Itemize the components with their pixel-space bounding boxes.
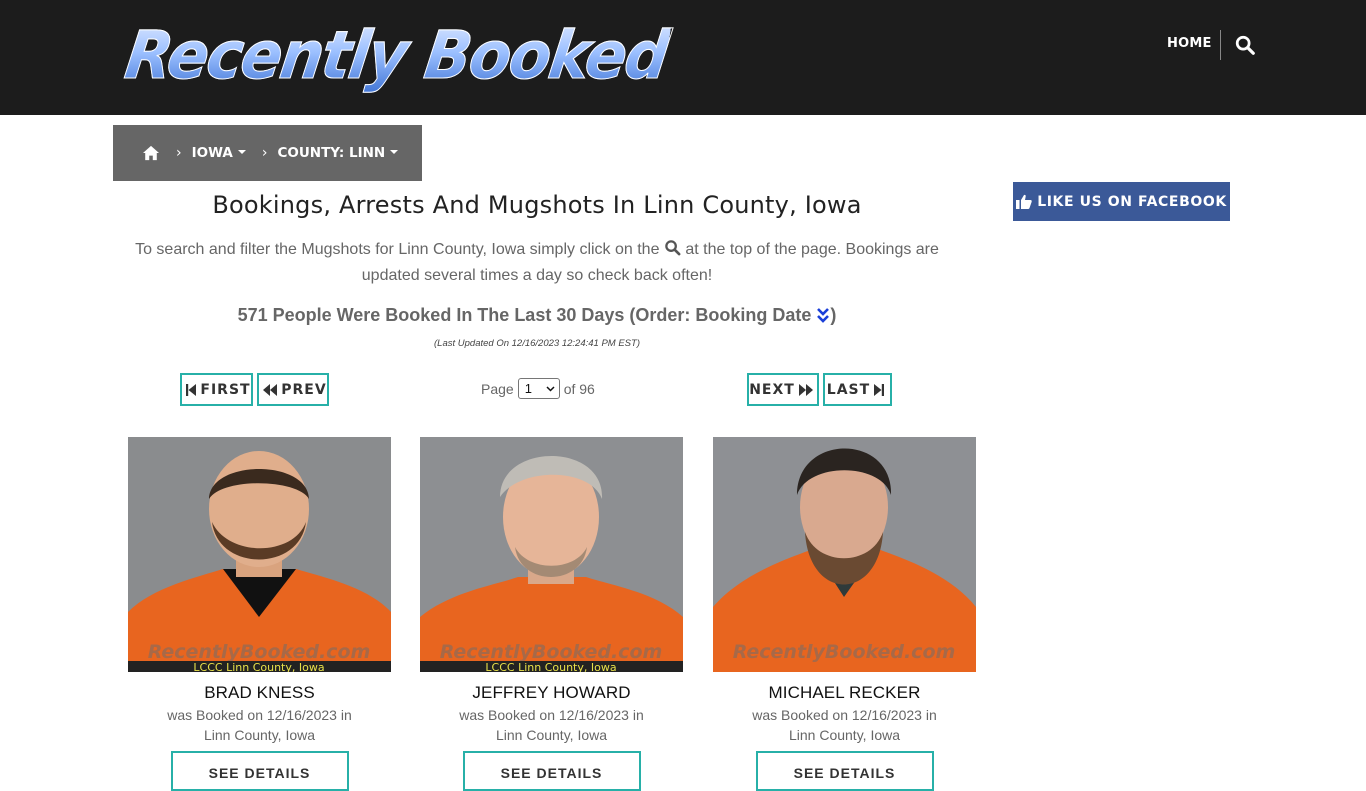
mugshot-image[interactable]: RecentlyBooked.com LCCC Linn County, Iow… — [128, 437, 391, 672]
see-details-button[interactable]: SEE DETAILS — [170, 751, 349, 791]
thumbs-up-icon — [1016, 194, 1032, 209]
breadcrumb: › IOWA › COUNTY: LINN — [113, 125, 422, 181]
home-icon[interactable] — [142, 145, 160, 161]
facebook-like-button[interactable]: LIKE US ON FACEBOOK — [1013, 182, 1230, 221]
mugshot-figure: RecentlyBooked.com LCCC Linn County, Iow… — [420, 437, 683, 672]
mugshot-caption: LCCC Linn County, Iowa — [193, 661, 324, 672]
booking-date-line: was Booked on 12/16/2023 in — [752, 707, 937, 723]
booking-card[interactable]: RecentlyBooked.com MICHAEL RECKER was Bo… — [713, 437, 976, 791]
last-page-button[interactable]: LAST — [823, 373, 892, 406]
page-total: of 96 — [563, 380, 595, 397]
booking-card[interactable]: RecentlyBooked.com LCCC Linn County, Iow… — [128, 437, 391, 791]
prev-page-label: PREV — [281, 381, 327, 398]
mugshot-figure: RecentlyBooked.com LCCC Linn County, Iow… — [128, 437, 391, 672]
page-selector: Page 1 of 96 — [481, 378, 595, 399]
backward-icon — [263, 383, 278, 396]
page-title: Bookings, Arrests And Mugshots In Linn C… — [212, 191, 862, 219]
booking-count-close: ) — [830, 305, 837, 325]
step-backward-icon — [186, 383, 197, 396]
page-select-dropdown[interactable]: 1 — [517, 378, 560, 399]
first-page-button[interactable]: FIRST — [180, 373, 253, 406]
inmate-name[interactable]: JEFFREY HOWARD — [420, 683, 683, 703]
booking-location-line: Linn County, Iowa — [495, 727, 608, 743]
facebook-like-label: LIKE US ON FACEBOOK — [1037, 193, 1227, 210]
site-header: Recently Booked HOME — [0, 0, 1366, 115]
next-page-label: NEXT — [749, 381, 795, 398]
breadcrumb-state-dropdown[interactable]: IOWA — [192, 145, 246, 161]
nav-home-link[interactable]: HOME — [1167, 36, 1212, 51]
booking-info: was Booked on 12/16/2023 in Linn County,… — [128, 705, 391, 745]
next-page-button[interactable]: NEXT — [747, 373, 819, 406]
search-icon[interactable] — [664, 239, 681, 256]
mugshot-image[interactable]: RecentlyBooked.com — [713, 437, 976, 672]
booking-info: was Booked on 12/16/2023 in Linn County,… — [713, 705, 976, 745]
chevron-down-icon — [546, 385, 555, 392]
chevron-right-icon: › — [261, 145, 268, 161]
current-page-value: 1 — [524, 381, 532, 396]
prev-page-button[interactable]: PREV — [257, 373, 329, 406]
intro-text: To search and filter the Mugshots for Li… — [113, 237, 961, 289]
mugshot-image[interactable]: RecentlyBooked.com LCCC Linn County, Iow… — [420, 437, 683, 672]
mugshot-caption: LCCC Linn County, Iowa — [485, 661, 616, 672]
booking-date-line: was Booked on 12/16/2023 in — [167, 707, 352, 723]
breadcrumb-county-dropdown[interactable]: COUNTY: LINN — [277, 145, 399, 161]
booking-count-heading: 571 People Were Booked In The Last 30 Da… — [113, 305, 961, 326]
mugshot-figure: RecentlyBooked.com — [713, 437, 976, 672]
last-page-label: LAST — [826, 381, 871, 398]
booking-count-text: 571 People Were Booked In The Last 30 Da… — [237, 305, 812, 325]
forward-icon — [798, 383, 813, 396]
booking-info: was Booked on 12/16/2023 in Linn County,… — [420, 705, 683, 745]
watermark-text: RecentlyBooked.com — [733, 641, 956, 663]
booking-location-line: Linn County, Iowa — [203, 727, 316, 743]
first-page-label: FIRST — [200, 381, 251, 398]
double-chevron-down-icon[interactable] — [816, 306, 830, 324]
watermark-text: RecentlyBooked.com — [148, 641, 371, 663]
site-logo[interactable]: Recently Booked — [120, 17, 673, 95]
inmate-name[interactable]: MICHAEL RECKER — [713, 683, 976, 703]
booking-date-line: was Booked on 12/16/2023 in — [459, 707, 644, 723]
inmate-name[interactable]: BRAD KNESS — [128, 683, 391, 703]
intro-text-start: To search and filter the Mugshots for Li… — [135, 241, 660, 258]
watermark-text: RecentlyBooked.com — [440, 641, 663, 663]
booking-card[interactable]: RecentlyBooked.com LCCC Linn County, Iow… — [420, 437, 683, 791]
see-details-button[interactable]: SEE DETAILS — [462, 751, 641, 791]
last-updated: (Last Updated On 12/16/2023 12:24:41 PM … — [434, 338, 640, 349]
chevron-right-icon: › — [176, 145, 182, 161]
step-forward-icon — [874, 383, 885, 396]
nav-divider — [1220, 30, 1221, 60]
booking-location-line: Linn County, Iowa — [788, 727, 901, 743]
see-details-button[interactable]: SEE DETAILS — [755, 751, 934, 791]
search-icon[interactable] — [1234, 34, 1256, 56]
page-label: Page — [481, 380, 514, 397]
